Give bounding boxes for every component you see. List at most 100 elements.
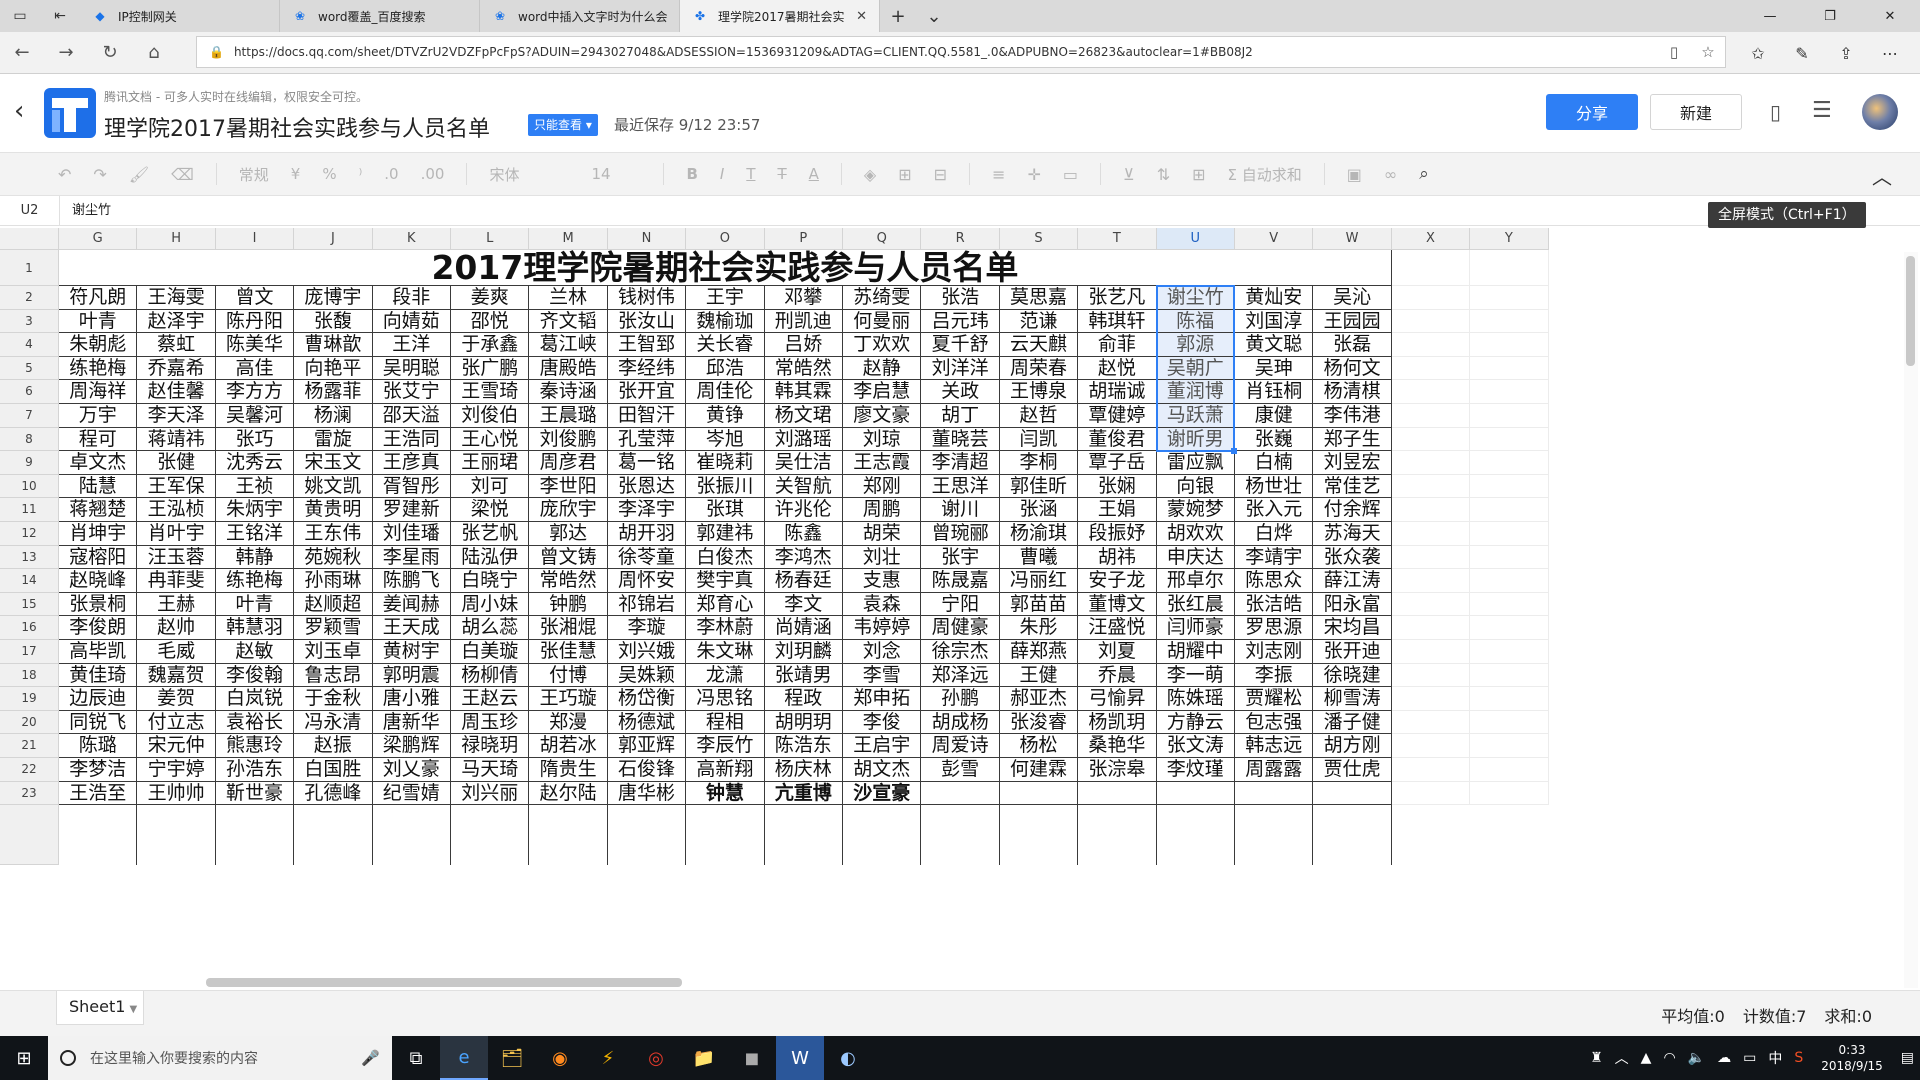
horizontal-scrollbar[interactable] xyxy=(206,978,682,987)
column-header[interactable]: T xyxy=(1078,228,1157,250)
row-header[interactable]: 23 xyxy=(0,781,59,806)
volume-icon[interactable]: 🔈 xyxy=(1688,1050,1705,1066)
table-cell[interactable]: 彭雪 xyxy=(921,758,1000,782)
table-cell[interactable]: 杨渝琪 xyxy=(999,522,1079,546)
table-cell[interactable]: 郑泽远 xyxy=(921,663,1000,688)
table-cell[interactable] xyxy=(1391,522,1471,546)
table-cell[interactable]: 符凡朗 xyxy=(59,286,138,310)
table-cell[interactable]: 李俊翰 xyxy=(215,663,295,688)
user-icon[interactable]: ♜ xyxy=(1590,1050,1603,1066)
table-cell[interactable]: 杨露菲 xyxy=(294,380,373,404)
table-cell[interactable]: 吴珅 xyxy=(1235,356,1314,381)
table-cell[interactable]: 曹曦 xyxy=(999,545,1079,570)
table-cell[interactable]: 李俊 xyxy=(843,710,922,735)
table-cell[interactable]: 高毕凯 xyxy=(59,640,138,664)
table-cell[interactable]: 常佳艺 xyxy=(1313,474,1392,499)
browser-tab[interactable]: ✤ 理学院2017暑期社会实 ✕ xyxy=(680,0,880,32)
table-cell[interactable]: 胡么蕊 xyxy=(451,616,530,640)
row-header[interactable]: 1 xyxy=(0,250,59,286)
table-cell[interactable]: 孔莹萍 xyxy=(607,427,687,452)
table-cell[interactable]: 何曼丽 xyxy=(843,309,922,334)
sheet-title[interactable]: 2017理学院暑期社会实践参与人员名单 xyxy=(59,250,1392,286)
table-cell[interactable]: 肖叶宇 xyxy=(137,522,216,546)
table-cell[interactable]: 张馥 xyxy=(294,309,373,334)
table-cell[interactable]: 孔德峰 xyxy=(294,781,373,806)
table-cell[interactable]: 赵尔陆 xyxy=(529,781,608,806)
table-cell[interactable] xyxy=(1391,687,1471,711)
row-header[interactable]: 12 xyxy=(0,522,59,546)
table-cell[interactable]: 覃子岳 xyxy=(1078,451,1157,475)
table-cell[interactable] xyxy=(1391,616,1471,640)
forward-icon[interactable]: → xyxy=(44,42,88,63)
table-cell[interactable]: 梁鹏辉 xyxy=(372,734,451,758)
row-header[interactable]: 19 xyxy=(0,687,59,711)
table-cell[interactable]: 韦婷婷 xyxy=(843,616,922,640)
close-window-icon[interactable]: ✕ xyxy=(1860,0,1920,32)
table-cell[interactable]: 闫凯 xyxy=(999,427,1079,452)
table-cell[interactable]: 练艳梅 xyxy=(59,356,138,381)
sheet-tab[interactable]: Sheet1 ▼ xyxy=(56,991,144,1025)
freeze-icon[interactable]: ⊞ xyxy=(1192,165,1205,184)
task-view-icon[interactable]: ⧉ xyxy=(392,1036,440,1080)
table-cell[interactable]: 郭苗苗 xyxy=(999,592,1079,617)
table-cell[interactable]: 支惠 xyxy=(843,569,922,593)
table-cell[interactable]: 陆慧 xyxy=(59,474,138,499)
table-cell[interactable] xyxy=(529,805,608,866)
table-cell[interactable] xyxy=(1470,687,1549,711)
table-cell[interactable]: 王帅帅 xyxy=(137,781,216,806)
table-cell[interactable]: 阳永富 xyxy=(1313,592,1392,617)
reading-view-icon[interactable]: ▯ xyxy=(1657,43,1691,61)
weibo-icon[interactable]: ◎ xyxy=(632,1036,680,1080)
table-cell[interactable]: 胡方刚 xyxy=(1313,734,1392,758)
table-cell[interactable]: 白国胜 xyxy=(294,758,373,782)
table-cell[interactable] xyxy=(1391,545,1471,570)
table-cell[interactable]: 高新翔 xyxy=(686,758,765,782)
table-cell[interactable]: 钟鹏 xyxy=(529,592,608,617)
table-cell[interactable]: 陈姝瑶 xyxy=(1156,687,1235,711)
table-cell[interactable] xyxy=(1391,663,1471,688)
table-cell[interactable]: 韩慧羽 xyxy=(215,616,295,640)
table-cell[interactable]: 王巧璇 xyxy=(529,687,608,711)
table-cell[interactable]: 袁森 xyxy=(843,592,922,617)
table-cell[interactable]: 安子龙 xyxy=(1078,569,1157,593)
tab-list-icon[interactable]: ⌄ xyxy=(916,0,952,32)
table-cell[interactable]: 申庆达 xyxy=(1156,545,1235,570)
table-cell[interactable]: 张巍 xyxy=(1235,427,1314,452)
column-header[interactable]: U xyxy=(1156,228,1235,250)
table-cell[interactable]: 肖钰桐 xyxy=(1235,380,1314,404)
table-cell[interactable]: 宁阳 xyxy=(921,592,1000,617)
table-cell[interactable]: 张靖男 xyxy=(764,663,843,688)
table-cell[interactable]: 唐殿皓 xyxy=(529,356,608,381)
table-cell[interactable]: 李靖宇 xyxy=(1235,545,1314,570)
table-cell[interactable]: 向银 xyxy=(1156,474,1235,499)
table-cell[interactable]: 徐苓童 xyxy=(607,545,687,570)
table-cell[interactable]: 常皓然 xyxy=(764,356,843,381)
table-cell[interactable]: 曹琳歆 xyxy=(294,333,373,357)
table-cell[interactable]: 毛威 xyxy=(137,640,216,664)
microphone-icon[interactable]: 🎤 xyxy=(361,1049,380,1067)
table-cell[interactable]: 薛郑燕 xyxy=(999,640,1079,664)
table-cell[interactable]: 宋均昌 xyxy=(1313,616,1392,640)
table-cell[interactable]: 王铭洋 xyxy=(215,522,295,546)
table-cell[interactable]: 关智航 xyxy=(764,474,843,499)
table-cell[interactable]: 赵悦 xyxy=(1078,356,1157,381)
table-cell[interactable]: 雷应飘 xyxy=(1156,451,1235,475)
row-header[interactable]: 7 xyxy=(0,404,59,428)
table-cell[interactable]: 郑漫 xyxy=(529,710,608,735)
table-cell[interactable]: 程政 xyxy=(764,687,843,711)
table-cell[interactable] xyxy=(1391,758,1471,782)
table-cell[interactable]: 寇榕阳 xyxy=(59,545,138,570)
new-tab-button[interactable]: + xyxy=(880,0,916,32)
table-cell[interactable]: 乔嘉希 xyxy=(137,356,216,381)
row-header[interactable]: 14 xyxy=(0,569,59,593)
table-cell[interactable]: 俞菲 xyxy=(1078,333,1157,357)
number-format-select[interactable]: 常规 xyxy=(239,164,269,185)
table-cell[interactable]: 周露露 xyxy=(1235,758,1314,782)
column-header[interactable]: Y xyxy=(1470,228,1549,250)
table-cell[interactable]: 杨春廷 xyxy=(764,569,843,593)
percent-button[interactable]: % xyxy=(322,165,336,183)
search-icon[interactable]: ⌕ xyxy=(1419,164,1429,184)
table-cell[interactable] xyxy=(608,805,687,866)
table-cell[interactable]: 柳雪涛 xyxy=(1313,687,1392,711)
fill-handle[interactable] xyxy=(1231,448,1237,455)
